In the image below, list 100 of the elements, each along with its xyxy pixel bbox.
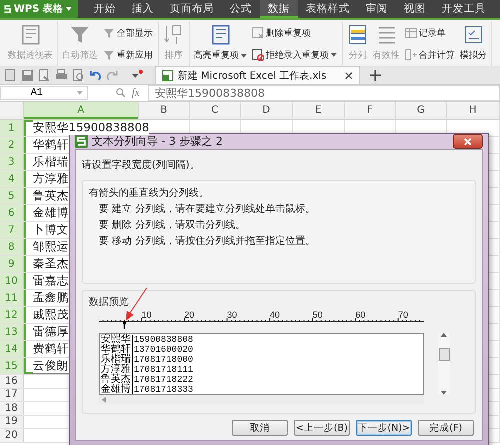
cell-text: 雷嘉志 [33,274,69,288]
column-header[interactable]: F [345,102,396,119]
form-icon [405,27,417,39]
row-header[interactable]: 17 [0,388,24,401]
cell-text: 乐楷瑞 [33,154,69,170]
help-text: 要 移动 分列线，请按住分列线并拖至指定位置。 [98,234,316,248]
close-icon[interactable] [344,72,353,80]
spreadsheet-file-icon [162,70,174,82]
vertical-scrollbar[interactable] [438,333,450,395]
cell-text: 云俊朗 [33,358,69,374]
cell-text: 鲁英杰 [33,188,69,204]
preview-text: 17081718000 [133,355,194,365]
redo-icon[interactable] [106,68,119,82]
column-header[interactable]: E [293,102,345,119]
menu-tab[interactable]: 审阅 [358,0,396,18]
funnel-icon [69,24,91,46]
cell-text: 安熙华15900838808 [33,120,150,136]
row-header[interactable]: 16 [0,375,24,388]
function-label[interactable]: fx [132,87,140,99]
scroll-up-icon[interactable] [441,333,447,337]
app-logo-icon [75,135,88,148]
ribbon-button[interactable]: 模拟分 [459,22,488,64]
column-header[interactable]: C [190,102,241,119]
cell-text: 金雄博 [33,206,69,220]
menu-tab[interactable]: 页面布局 [162,0,222,18]
menu-tab[interactable]: 数据 [260,0,298,18]
caret-icon [66,7,72,11]
cell-text: 方淳雅 [33,172,69,186]
close-button[interactable] [453,134,483,149]
save-icon[interactable] [21,68,34,82]
column-header[interactable]: G [396,102,447,119]
merge-icon [405,49,417,61]
preview-text: 17081718222 [133,375,194,385]
search-icon[interactable] [116,88,126,98]
menu-tab[interactable]: 开发工具 [434,0,494,18]
caret-icon [77,91,83,95]
table-cross-icon [252,27,264,39]
app-menu-button[interactable]: WPS 表格 [0,0,78,18]
caret-icon [241,54,247,58]
dialog-button[interactable]: 下一步(N)> [356,420,412,436]
table-block-icon [252,49,264,61]
row-header[interactable]: 19 [0,416,24,428]
customize-icon[interactable] [131,70,143,80]
scroll-down-icon[interactable] [441,391,447,395]
menu-tab[interactable]: 表格样式 [298,0,358,18]
formula-field[interactable]: 安熙华15900838808 [148,85,500,101]
page-icon[interactable] [4,68,17,82]
close-icon [464,138,472,146]
preview-text: 鲁英杰 [101,375,133,385]
instruction-text: 请设置字段宽度(列间隔)。 [82,158,201,172]
ribbon-button[interactable]: 拒绝录入重复项 [250,48,339,62]
ruler-drawing[interactable]: 10 20 30 40 50 60 70 [99,309,424,329]
dialog-button[interactable]: <上一步(B) [294,420,350,436]
menu-tab[interactable]: 插入 [124,0,162,18]
preview-text: 15900838808 [133,335,194,345]
cell-text: 费鹤轩 [33,342,69,356]
preview-icon[interactable] [72,68,85,82]
name-box[interactable]: A1 [0,86,88,100]
preview-text: 方淳雅 [101,365,133,375]
cell-text: 戚熙茂 [33,308,69,322]
help-heading: 有箭头的垂直线为分列线。 [89,186,210,200]
menu-tab[interactable]: 视图 [396,0,434,18]
checklist-icon [462,24,484,46]
row-header[interactable]: 20 [0,429,24,442]
new-tab-icon[interactable] [370,70,381,80]
undo-icon[interactable] [89,68,102,82]
print-icon[interactable] [55,68,68,82]
document-tab[interactable]: 新建 Microsoft Excel 工作表.xls [155,66,360,84]
row-header[interactable]: 18 [0,402,24,414]
help-text: 要 建立 分列线，请在要建立分列线处单击鼠标。 [98,202,316,216]
highlight-table-icon [347,24,369,46]
column-header[interactable]: D [241,102,293,119]
app-logo-icon [4,3,11,15]
funnel-icon [103,27,115,39]
cell-text: 孟鑫鹏 [33,290,69,306]
menu-tab[interactable]: 公式 [222,0,260,18]
menu-tab[interactable]: 开始 [86,0,124,18]
app-name: WPS 表格 [14,2,63,16]
preview-text: 华鹤轩 [101,345,133,355]
preview-text: 17081718333 [133,385,194,394]
cell-text: 华鹤轩 [33,138,69,152]
dialog-button[interactable]: 取消 [232,420,288,436]
column-header[interactable]: B [139,102,190,119]
dialog-title: 文本分列向导 - 3 步骤之 2 [92,134,223,149]
preview-text: 乐楷瑞 [101,355,133,365]
preview-text: 17081718111 [133,365,194,375]
funnel-icon [103,49,115,61]
ribbon-button[interactable]: 高亮重复项 [193,22,248,64]
cell-text: 雷德厚 [33,324,69,340]
cell-text: 秦圣杰 [33,256,69,272]
help-text: 要 删除 分列线，请双击分列线。 [98,218,246,232]
preview-label: 数据预览 [89,296,130,309]
cell-text: 邹熙运 [33,240,69,254]
export-icon[interactable] [38,68,51,82]
caret-icon [331,53,337,57]
dialog-button[interactable]: 完成(F) [418,420,474,436]
horizontal-scrollbar[interactable] [99,395,424,404]
preview-text: 13701600020 [133,345,194,355]
scroll-left-icon[interactable] [102,396,106,402]
column-header[interactable]: H [447,102,500,119]
